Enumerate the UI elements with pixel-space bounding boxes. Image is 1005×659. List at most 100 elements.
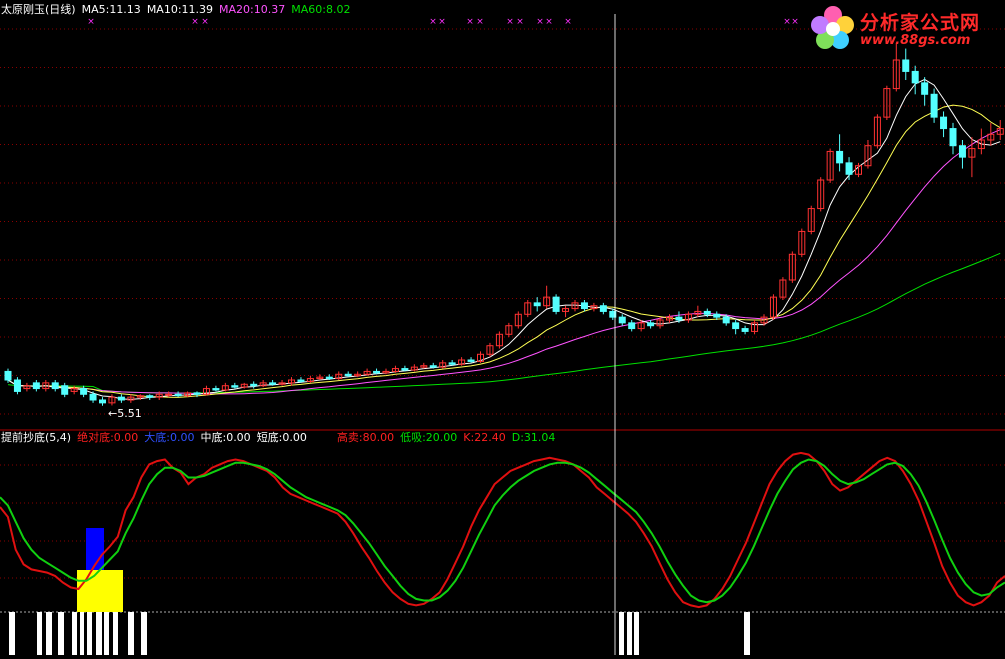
duan-di-value: 短底:0.00 bbox=[256, 431, 307, 444]
candle-down bbox=[930, 93, 938, 118]
candle-down bbox=[703, 310, 711, 315]
candle-down bbox=[628, 322, 636, 330]
gao-mai-value: 高卖:80.00 bbox=[336, 431, 395, 444]
candlestick-series bbox=[4, 42, 1004, 406]
bottom-signal-bar bbox=[113, 612, 118, 655]
jue-dui-di-value: 绝对底:0.00 bbox=[77, 431, 139, 444]
indicator-grid bbox=[0, 464, 1005, 613]
di-xi-value: 低吸:20.00 bbox=[400, 431, 458, 444]
candle-down bbox=[401, 368, 409, 371]
sell-signal-marker: × bbox=[191, 17, 199, 27]
sell-signal-marker: × bbox=[545, 17, 553, 27]
candle-down bbox=[174, 393, 182, 397]
candle-up bbox=[165, 393, 173, 396]
stock-title: 太原刚玉(日线) bbox=[1, 3, 76, 16]
candle-down bbox=[146, 395, 154, 398]
candle-down bbox=[32, 382, 40, 390]
sell-signal-marker: × bbox=[476, 17, 484, 27]
bottom-signal-bar bbox=[37, 612, 42, 655]
chart-stage: × × × × × × × × × × × × × × ←5.51 太原刚玉(日线) MA5:11.13 MA… bbox=[0, 0, 1005, 655]
candle-down bbox=[373, 370, 381, 374]
logo-text: 分析家公式网 bbox=[860, 12, 981, 34]
candle-down bbox=[193, 392, 201, 395]
bottom-signal-bar bbox=[87, 612, 92, 655]
candle-down bbox=[344, 373, 352, 377]
candle-down bbox=[845, 162, 853, 175]
candle-down bbox=[618, 316, 626, 324]
candle-down bbox=[467, 359, 475, 362]
candle-down bbox=[647, 322, 655, 327]
ma60-value: MA60:8.02 bbox=[291, 3, 351, 16]
candle-down bbox=[958, 145, 966, 158]
indicator-header: 提前抄底(5,4) 绝对底:0.00 大底:0.00 中底:0.00 短底:0.00 高卖… bbox=[1, 431, 561, 445]
candle-down bbox=[921, 82, 929, 95]
kd-lines bbox=[0, 451, 1005, 609]
da-di-yellow-bar bbox=[77, 570, 123, 612]
candle-down bbox=[741, 328, 749, 332]
candle-down bbox=[533, 302, 541, 307]
k-value: K:22.40 bbox=[463, 431, 506, 444]
sell-signal-marker: × bbox=[564, 17, 572, 27]
sell-signal-marker: × bbox=[87, 17, 95, 27]
d-value: D:31.04 bbox=[511, 431, 556, 444]
sell-signal-marker: × bbox=[536, 17, 544, 27]
k-line bbox=[0, 451, 1005, 609]
ma5-value: MA5:11.13 bbox=[81, 3, 141, 16]
bottom-signal-bar bbox=[104, 612, 109, 655]
candle-down bbox=[250, 383, 258, 387]
sell-signal-marker: × bbox=[466, 17, 474, 27]
ma5-line bbox=[7, 78, 1001, 400]
bottom-signal-bar bbox=[141, 612, 147, 655]
sell-signal-markers: × × × × × × × × × × × × × × bbox=[87, 17, 799, 27]
indicator-title: 提前抄底(5,4) bbox=[1, 431, 72, 444]
sell-signal-marker: × bbox=[783, 17, 791, 27]
candle-down bbox=[949, 128, 957, 147]
candle-down bbox=[732, 322, 740, 330]
bottom-signal-bar bbox=[72, 612, 77, 655]
site-logo[interactable]: 分析家公式网 www.88gs.com bbox=[808, 3, 1003, 53]
candle-down bbox=[99, 399, 106, 404]
bottom-signal-bar bbox=[744, 612, 750, 655]
ma20-value: MA20:10.37 bbox=[219, 3, 286, 16]
ma10-line bbox=[7, 104, 1001, 398]
candle-down bbox=[297, 379, 305, 382]
bottom-signal-bar bbox=[634, 612, 639, 655]
candle-down bbox=[722, 316, 730, 324]
candle-down bbox=[448, 362, 456, 365]
ma10-value: MA10:11.39 bbox=[146, 3, 214, 16]
candle-down bbox=[231, 385, 239, 388]
sell-signal-marker: × bbox=[506, 17, 514, 27]
candle-down bbox=[580, 302, 588, 310]
flower-logo-icon bbox=[811, 6, 854, 49]
candle-down bbox=[269, 382, 277, 385]
candle-down bbox=[911, 70, 919, 84]
bottom-signal-bar bbox=[46, 612, 52, 655]
da-di-value: 大底:0.00 bbox=[144, 431, 195, 444]
ma60-line bbox=[7, 252, 1001, 394]
candle-down bbox=[902, 59, 910, 72]
candle-down bbox=[713, 313, 721, 318]
candle-down bbox=[212, 388, 220, 391]
bottom-signal-bar bbox=[128, 612, 134, 655]
candle-down bbox=[599, 305, 607, 312]
logo-url: www.88gs.com bbox=[860, 33, 971, 48]
candle-down bbox=[89, 393, 97, 401]
stock-chart-canvas[interactable]: × × × × × × × × × × × × × × ←5.51 bbox=[0, 0, 1005, 655]
bottom-signal-bar bbox=[96, 612, 102, 655]
low-price-annotation: ←5.51 bbox=[108, 407, 142, 420]
bottom-signal-bar bbox=[58, 612, 64, 655]
candle-down bbox=[429, 365, 437, 368]
candle-down bbox=[117, 396, 125, 401]
candle-down bbox=[552, 296, 560, 312]
candle-down bbox=[51, 382, 59, 390]
moving-average-lines bbox=[7, 78, 1001, 400]
sell-signal-marker: × bbox=[516, 17, 524, 27]
main-chart-header: 太原刚玉(日线) MA5:11.13 MA10:11.39 MA20:10.37 MA6… bbox=[1, 3, 356, 17]
candle-down bbox=[61, 385, 69, 395]
candle-down bbox=[80, 388, 88, 395]
candle-down bbox=[940, 116, 948, 130]
sell-signal-marker: × bbox=[201, 17, 209, 27]
bottom-signal-bar bbox=[9, 612, 15, 655]
sell-signal-marker: × bbox=[791, 17, 799, 27]
candle-down bbox=[675, 316, 683, 321]
